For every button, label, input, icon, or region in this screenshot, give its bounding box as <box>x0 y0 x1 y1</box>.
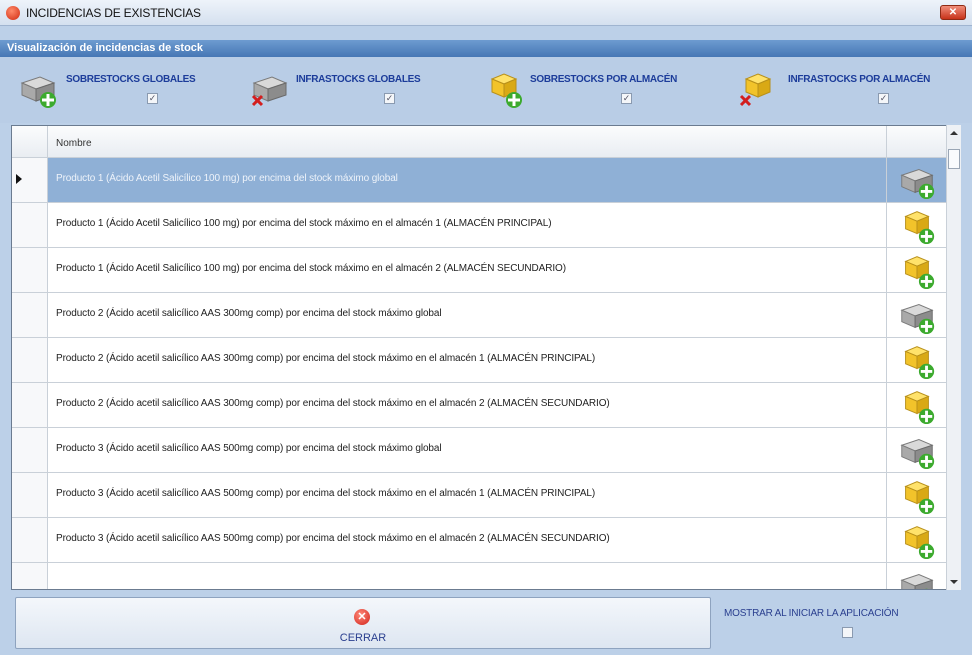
yellow-boxes-plus-icon <box>886 473 947 517</box>
row-name-cell: Producto 1 (Ácido Acetil Salicílico 100 … <box>56 263 566 274</box>
row-name-cell: Producto 3 (Ácido acetil salicílico AAS … <box>56 533 610 544</box>
row-header[interactable] <box>12 338 48 382</box>
section-header: Visualización de incidencias de stock <box>0 40 972 57</box>
row-name-cell: Producto 1 (Ácido Acetil Salicílico 100 … <box>56 173 398 184</box>
table-row[interactable]: Producto 1 (Ácido Acetil Salicílico 100 … <box>12 158 947 203</box>
filter-sobrestocks-globales: SOBRESTOCKS GLOBALES ✓ <box>0 57 245 123</box>
column-divider <box>886 126 887 158</box>
row-header[interactable] <box>12 383 48 427</box>
incidents-grid: Nombre Producto 1 (Ácido Acetil Salicíli… <box>11 125 961 590</box>
filter-checkbox-infrastocks-globales[interactable]: ✓ <box>384 93 395 104</box>
row-name-cell: Producto 2 (Ácido acetil salicílico AAS … <box>56 398 610 409</box>
row-header[interactable] <box>12 203 48 247</box>
row-header[interactable] <box>12 428 48 472</box>
gray-block-plus-icon <box>886 428 947 472</box>
row-name-cell: Producto 3 (Ácido acetil salicílico AAS … <box>56 488 596 499</box>
yellow-boxes-plus-icon <box>886 203 947 247</box>
row-header[interactable] <box>12 293 48 337</box>
table-row[interactable]: Producto 2 (Ácido acetil salicílico AAS … <box>12 383 947 428</box>
vertical-scrollbar[interactable] <box>946 125 961 590</box>
yellow-boxes-plus-icon <box>886 383 947 427</box>
close-icon: ✕ <box>354 609 370 625</box>
table-row[interactable]: Producto 2 (Ácido acetil salicílico AAS … <box>12 338 947 383</box>
grid-corner <box>12 126 48 158</box>
table-row[interactable]: Producto 1 (Ácido Acetil Salicílico 100 … <box>12 203 947 248</box>
filter-label: SOBRESTOCKS POR ALMACÉN <box>530 74 678 85</box>
row-header[interactable] <box>12 158 48 202</box>
filter-infrastocks-globales: INFRASTOCKS GLOBALES ✓ <box>250 57 480 123</box>
filter-checkbox-sobrestocks-globales[interactable]: ✓ <box>147 93 158 104</box>
close-button[interactable]: ✕ CERRAR <box>15 597 711 649</box>
filter-sobrestocks-por-almacen: SOBRESTOCKS POR ALMACÉN ✓ <box>484 57 724 123</box>
current-row-arrow-icon <box>16 174 22 184</box>
gray-block-plus-icon <box>20 76 56 108</box>
table-row[interactable]: Producto 1 (Ácido Acetil Salicílico 100 … <box>12 248 947 293</box>
scroll-down-icon[interactable] <box>950 580 958 584</box>
gray-block-x-icon <box>251 76 288 107</box>
row-header[interactable] <box>12 473 48 517</box>
filter-label: INFRASTOCKS GLOBALES <box>296 74 421 85</box>
window-title: INCIDENCIAS DE EXISTENCIAS <box>26 6 201 20</box>
app-icon <box>6 6 20 20</box>
row-header[interactable] <box>12 518 48 562</box>
table-row[interactable]: Producto 3 (Ácido acetil salicílico AAS … <box>12 518 947 563</box>
yellow-boxes-plus-icon <box>886 518 947 562</box>
window-close-button[interactable]: ✕ <box>940 5 966 20</box>
startup-checkbox[interactable] <box>842 627 853 638</box>
row-header[interactable] <box>12 248 48 292</box>
table-row[interactable]: Producto 3 (Ácido acetil salicílico AAS … <box>12 473 947 518</box>
close-button-label: CERRAR <box>339 632 387 644</box>
filter-checkbox-sobrestocks-por-almacen[interactable]: ✓ <box>621 93 632 104</box>
yellow-boxes-plus-icon <box>886 338 947 382</box>
filter-infrastocks-por-almacen: INFRASTOCKS POR ALMACÉN ✓ <box>738 57 972 123</box>
yellow-boxes-x-icon <box>739 73 772 107</box>
filter-label: SOBRESTOCKS GLOBALES <box>66 74 196 85</box>
filter-checkbox-infrastocks-por-almacen[interactable]: ✓ <box>878 93 889 104</box>
table-row[interactable]: Producto 2 (Ácido acetil salicílico AAS … <box>12 293 947 338</box>
startup-label: MOSTRAR AL INICIAR LA APLICACIÓN <box>724 608 899 619</box>
row-header[interactable] <box>12 563 48 589</box>
gray-block-plus-icon <box>886 293 947 337</box>
title-bar: INCIDENCIAS DE EXISTENCIAS ✕ <box>0 0 972 26</box>
gray-block-plus-icon <box>886 158 947 202</box>
grid-header: Nombre <box>12 126 947 158</box>
row-name-cell: Producto 3 (Ácido acetil salicílico AAS … <box>56 443 442 454</box>
table-row[interactable]: Producto 3 (Ácido acetil salicílico AAS … <box>12 428 947 473</box>
scroll-up-icon[interactable] <box>950 131 958 135</box>
scroll-thumb[interactable] <box>948 149 960 169</box>
row-name-cell: Producto 2 (Ácido acetil salicílico AAS … <box>56 308 442 319</box>
gray-block-plus-icon <box>886 563 947 589</box>
row-name-cell: Producto 2 (Ácido acetil salicílico AAS … <box>56 353 596 364</box>
footer: ✕ CERRAR MOSTRAR AL INICIAR LA APLICACIÓ… <box>0 592 972 655</box>
row-name-cell: Producto 1 (Ácido Acetil Salicílico 100 … <box>56 218 552 229</box>
grid-rows: Producto 1 (Ácido Acetil Salicílico 100 … <box>12 158 947 589</box>
filter-bar: SOBRESTOCKS GLOBALES ✓ INFRASTOCKS GLOBA… <box>0 57 972 123</box>
yellow-boxes-plus-icon <box>886 248 947 292</box>
filter-label: INFRASTOCKS POR ALMACÉN <box>788 74 930 85</box>
table-row[interactable] <box>12 563 947 589</box>
yellow-boxes-plus-icon <box>490 73 522 108</box>
column-header-nombre[interactable]: Nombre <box>56 138 92 149</box>
